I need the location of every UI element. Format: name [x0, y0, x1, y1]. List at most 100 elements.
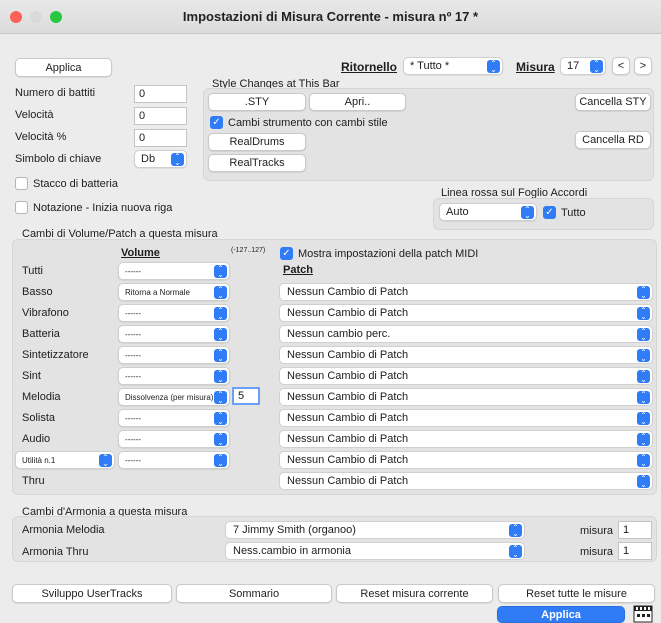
chevron-updown-icon: ⌃ ⌄	[521, 205, 534, 219]
chevron-updown-icon: ⌃ ⌄	[637, 453, 650, 467]
volume-select[interactable]: ------ ⌃ ⌄	[118, 262, 230, 280]
volume-select[interactable]: ------ ⌃ ⌄	[118, 367, 230, 385]
open-button[interactable]: Apri..	[309, 93, 406, 111]
volume-select[interactable]: ------ ⌃ ⌄	[118, 346, 230, 364]
fade-bars-input[interactable]: 5	[232, 387, 260, 405]
chevron-updown-icon: ⌃ ⌄	[214, 369, 227, 383]
volume-value: ------	[125, 329, 141, 339]
row-label: Tutti	[22, 265, 43, 277]
harmony-thru-label: Armonia Thru	[22, 546, 89, 558]
patch-value: Nessun Cambio di Patch	[287, 454, 409, 466]
velocity-input[interactable]: 0	[134, 107, 187, 125]
usertracks-button[interactable]: Sviluppo UserTracks	[12, 584, 172, 603]
patch-select[interactable]: Nessun Cambio di Patch ⌃ ⌄	[279, 409, 653, 427]
patch-select[interactable]: Nessun Cambio di Patch ⌃ ⌄	[279, 388, 653, 406]
ritornello-label: Ritornello	[341, 60, 397, 74]
row-label: Solista	[22, 412, 56, 424]
patch-select[interactable]: Nessun Cambio di Patch ⌃ ⌄	[279, 451, 653, 469]
chevron-updown-icon: ⌃ ⌄	[637, 306, 650, 320]
key-label: Simbolo di chiave	[15, 153, 102, 165]
realdrums-button[interactable]: RealDrums	[208, 133, 306, 151]
row-label: Thru	[22, 475, 45, 487]
chevron-updown-icon: ⌃ ⌄	[214, 264, 227, 278]
patch-value: Nessun Cambio di Patch	[287, 349, 409, 361]
redline-all-label: Tutto	[561, 207, 586, 219]
harmony-thru-select[interactable]: Ness.cambio in armonia ⌃ ⌄	[225, 542, 525, 560]
volume-select[interactable]: ------ ⌃ ⌄	[118, 451, 230, 469]
chevron-updown-icon: ⌃ ⌄	[590, 59, 603, 73]
patch-select[interactable]: Nessun Cambio di Patch ⌃ ⌄	[279, 430, 653, 448]
harmony-melody-misura-input[interactable]: 1	[618, 521, 652, 539]
utility-track-select[interactable]: Utilità n.1 ⌃ ⌄	[15, 451, 115, 469]
volume-value: ------	[125, 413, 141, 423]
apply-button[interactable]: Applica	[497, 606, 625, 623]
misura-select[interactable]: 17 ⌃ ⌄	[560, 57, 606, 75]
harmony-melody-label: Armonia Melodia	[22, 524, 105, 536]
patch-value: Nessun Cambio di Patch	[287, 391, 409, 403]
volume-select[interactable]: ------ ⌃ ⌄	[118, 430, 230, 448]
midi-patch-label: Mostra impostazioni della patch MIDI	[298, 248, 479, 260]
summary-button[interactable]: Sommario	[176, 584, 332, 603]
harmony-thru-misura-input[interactable]: 1	[618, 542, 652, 560]
patch-select[interactable]: Nessun Cambio di Patch ⌃ ⌄	[279, 283, 653, 301]
ritornello-select[interactable]: * Tutto * ⌃ ⌄	[403, 57, 503, 75]
cancel-sty-button[interactable]: Cancella STY	[575, 93, 651, 111]
harmony-melody-select[interactable]: 7 Jimmy Smith (organoo) ⌃ ⌄	[225, 521, 525, 539]
chevron-updown-icon: ⌃ ⌄	[214, 432, 227, 446]
volume-value: ------	[125, 455, 141, 465]
volume-select[interactable]: ------ ⌃ ⌄	[118, 304, 230, 322]
patch-select[interactable]: Nessun Cambio di Patch ⌃ ⌄	[279, 367, 653, 385]
chevron-updown-icon: ⌃ ⌄	[99, 453, 112, 467]
row-label: Sint	[22, 370, 41, 382]
apply-top-button[interactable]: Applica	[15, 58, 112, 77]
volume-value: ------	[125, 434, 141, 444]
sty-button[interactable]: .STY	[208, 93, 306, 111]
beats-label: Numero di battiti	[15, 87, 96, 99]
redline-all-checkbox[interactable]: ✓	[543, 206, 556, 219]
chevron-updown-icon: ⌃ ⌄	[214, 348, 227, 362]
new-line-checkbox[interactable]	[15, 201, 28, 214]
patch-select[interactable]: Nessun Cambio di Patch ⌃ ⌄	[279, 346, 653, 364]
patch-value: Nessun cambio perc.	[287, 328, 391, 340]
patch-header: Patch	[283, 264, 313, 276]
chevron-updown-icon: ⌃ ⌄	[214, 306, 227, 320]
volume-select[interactable]: Dissolvenza (per misura) ⌃ ⌄	[118, 388, 230, 406]
velocity-label: Velocità	[15, 109, 54, 121]
harmony-thru-misura-label: misura	[580, 546, 614, 558]
realtracks-button[interactable]: RealTracks	[208, 154, 306, 172]
chevron-updown-icon: ⌃ ⌄	[637, 390, 650, 404]
prev-bar-button[interactable]: <	[612, 57, 630, 75]
midi-patch-checkbox[interactable]: ✓	[280, 247, 293, 260]
volume-value: ------	[125, 266, 141, 276]
velocity-pct-input[interactable]: 0	[134, 129, 187, 147]
row-label: Sintetizzatore	[22, 349, 89, 361]
ritornello-value: * Tutto *	[410, 60, 450, 72]
volume-select[interactable]: ------ ⌃ ⌄	[118, 409, 230, 427]
volume-select[interactable]: ------ ⌃ ⌄	[118, 325, 230, 343]
volume-select[interactable]: Ritorna a Normale ⌃ ⌄	[118, 283, 230, 301]
cancel-rd-button[interactable]: Cancella RD	[575, 131, 651, 149]
instrument-change-checkbox[interactable]: ✓	[210, 116, 223, 129]
patch-value: Nessun Cambio di Patch	[287, 412, 409, 424]
redline-select[interactable]: Auto ⌃ ⌄	[439, 203, 537, 221]
chevron-updown-icon: ⌃ ⌄	[487, 59, 500, 73]
film-clapper-icon[interactable]	[633, 605, 653, 623]
chevron-updown-icon: ⌃ ⌄	[637, 348, 650, 362]
chevron-updown-icon: ⌃ ⌄	[509, 544, 522, 558]
chevron-updown-icon: ⌃ ⌄	[637, 432, 650, 446]
reset-bar-button[interactable]: Reset misura corrente	[336, 584, 493, 603]
key-select[interactable]: Db ⌃ ⌄	[134, 150, 187, 168]
patch-value: Nessun Cambio di Patch	[287, 286, 409, 298]
chevron-updown-icon: ⌃ ⌄	[637, 369, 650, 383]
row-label: Batteria	[22, 328, 60, 340]
patch-select[interactable]: Nessun cambio perc. ⌃ ⌄	[279, 325, 653, 343]
patch-select[interactable]: Nessun Cambio di Patch ⌃ ⌄	[279, 472, 653, 490]
beats-input[interactable]: 0	[134, 85, 187, 103]
drum-stop-checkbox[interactable]	[15, 177, 28, 190]
chevron-updown-icon: ⌃ ⌄	[509, 523, 522, 537]
volume-range: (-127..127)	[231, 247, 266, 254]
row-label: Basso	[22, 286, 53, 298]
next-bar-button[interactable]: >	[634, 57, 652, 75]
patch-select[interactable]: Nessun Cambio di Patch ⌃ ⌄	[279, 304, 653, 322]
reset-all-button[interactable]: Reset tutte le misure	[498, 584, 655, 603]
